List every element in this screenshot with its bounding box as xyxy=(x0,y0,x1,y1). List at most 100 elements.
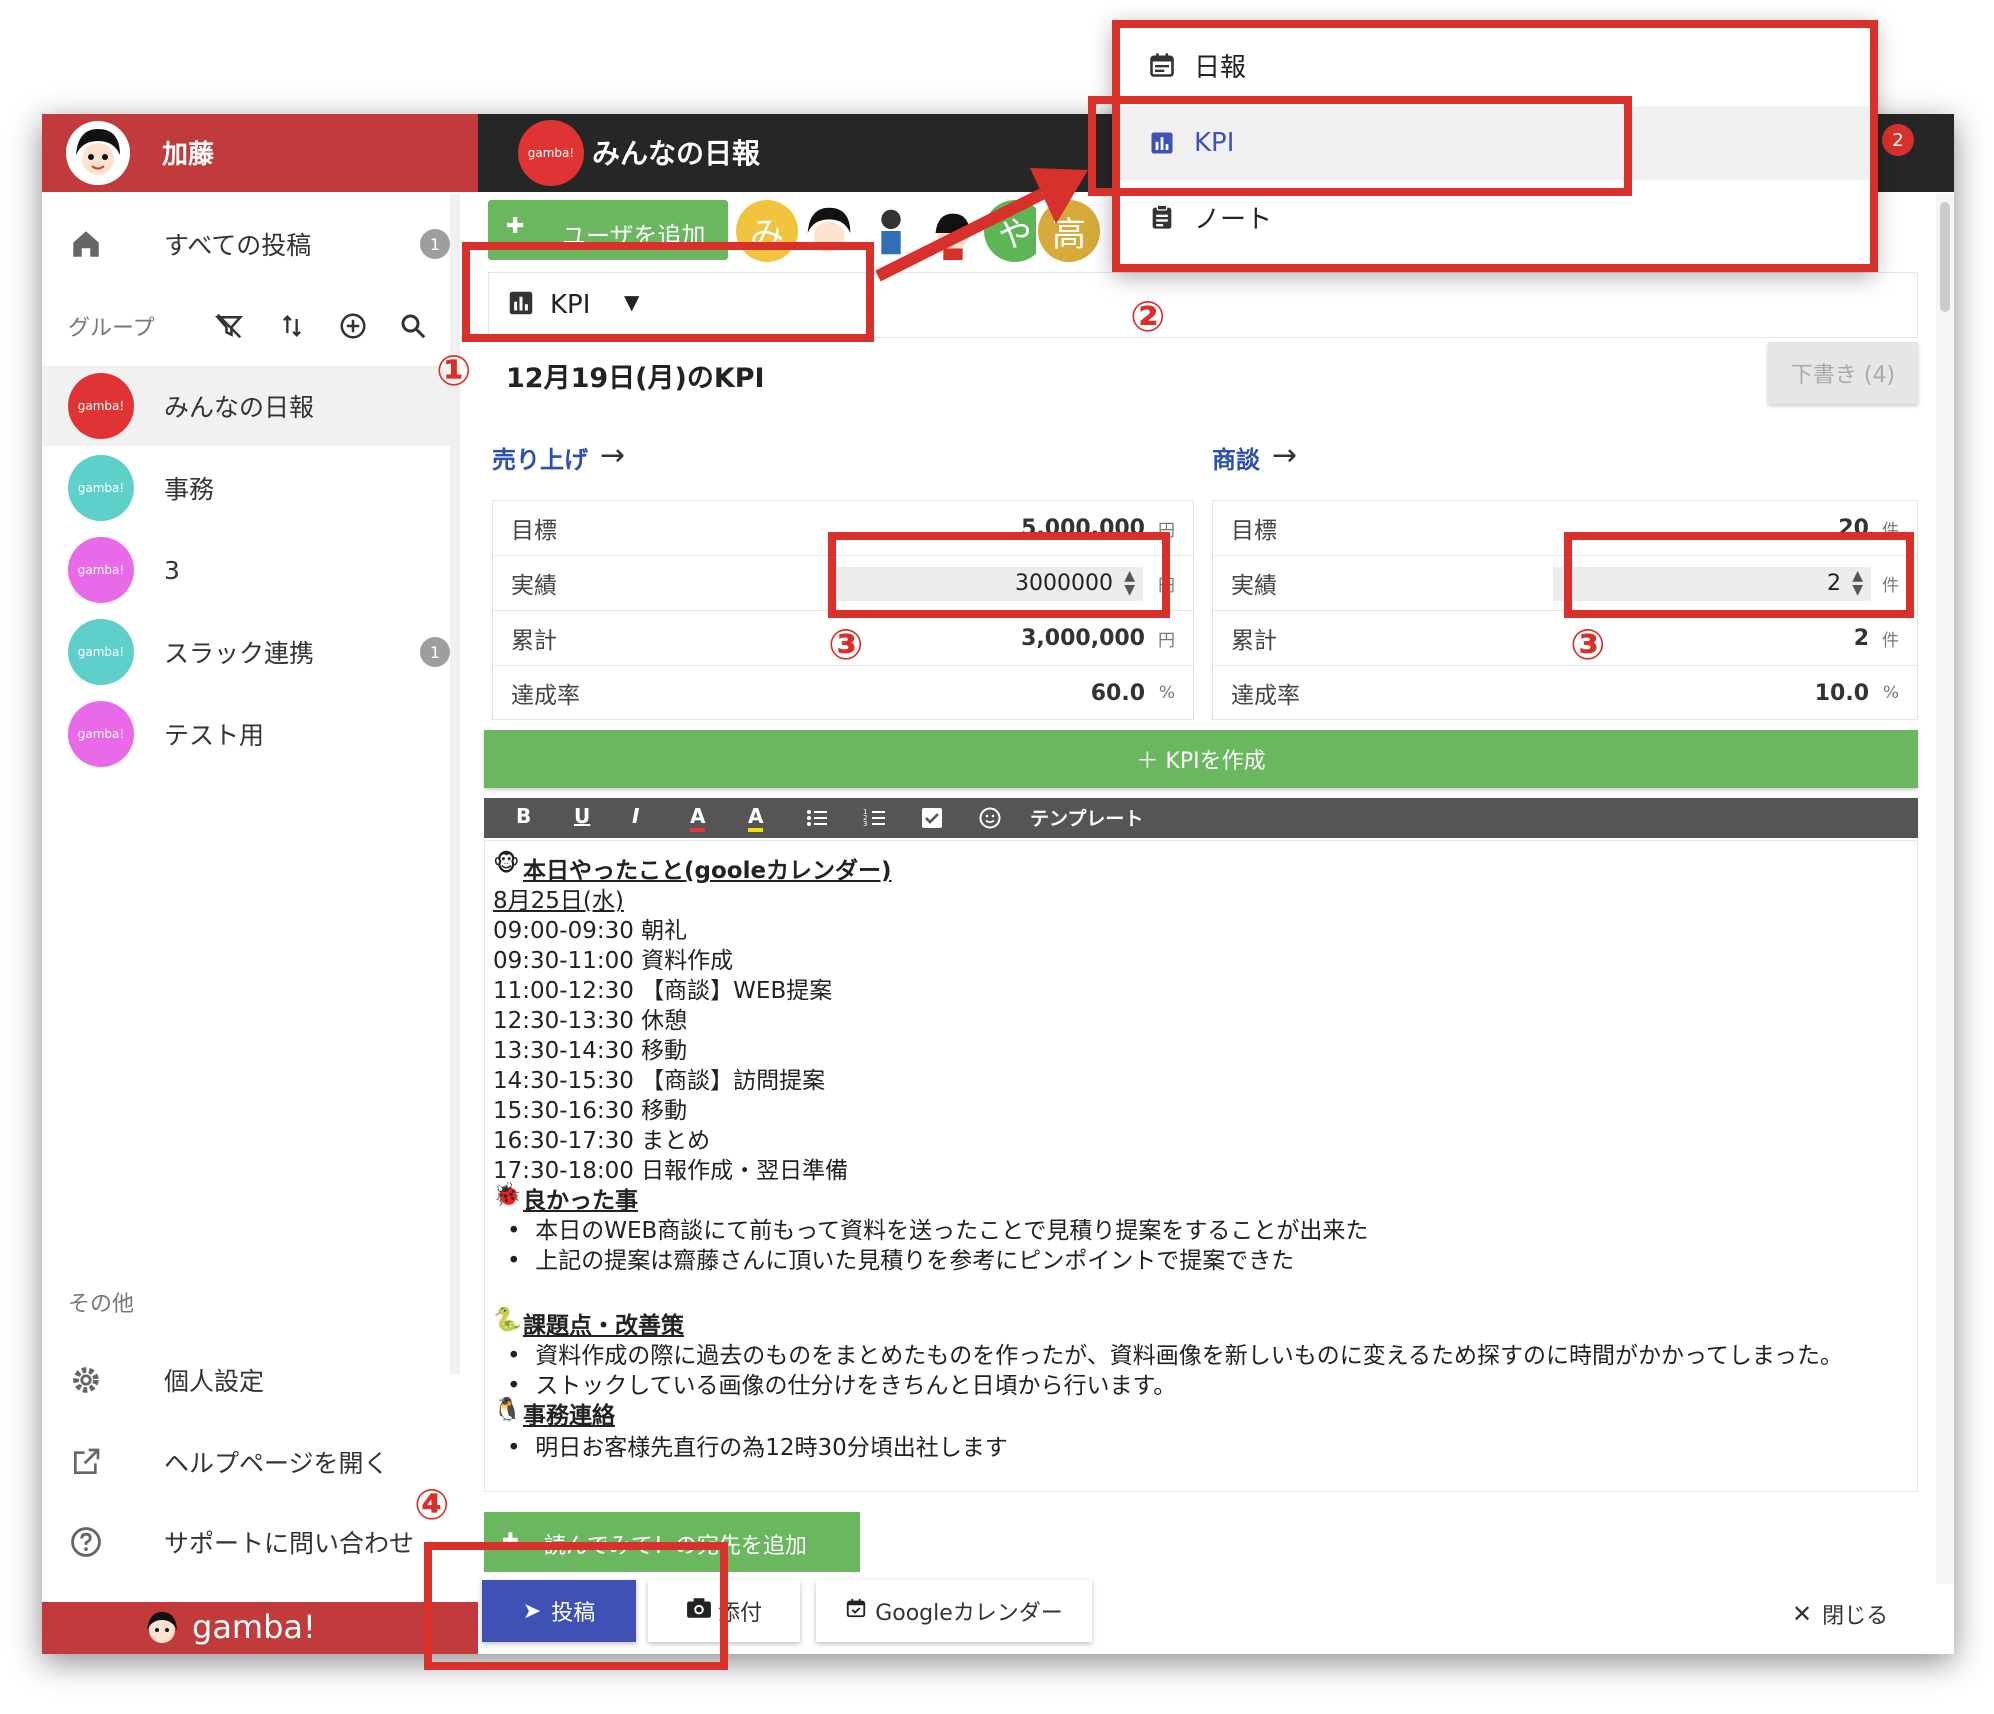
list-item: • ストックしている画像の仕分けをきちんと日頃から行います。 xyxy=(507,1373,1177,1399)
kpi-title: 12月19日(月)のKPI xyxy=(506,363,765,394)
annotation-number-4: ④ xyxy=(414,1480,450,1529)
group-label: スラック連携 xyxy=(164,639,315,668)
close-icon: ✕ xyxy=(1792,1600,1813,1628)
schedule-line: 17:30-18:00 日報作成・翌日準備 xyxy=(493,1158,849,1184)
help-circle-icon xyxy=(68,1524,104,1560)
user-avatar[interactable] xyxy=(66,121,130,185)
other-section-label: その他 xyxy=(68,1292,135,1317)
scrollbar-thumb[interactable] xyxy=(1940,202,1950,312)
create-kpi-button[interactable]: ＋ KPIを作成 xyxy=(484,730,1918,788)
sidebar-item-label: 個人設定 xyxy=(164,1367,265,1396)
add-group-icon[interactable] xyxy=(338,311,368,345)
kpi-row-value: 2 xyxy=(1853,625,1869,651)
annotation-number-1: ① xyxy=(436,346,472,395)
svg-text:3: 3 xyxy=(863,820,867,828)
search-icon[interactable] xyxy=(398,311,428,345)
sidebar-item-help[interactable]: ヘルプページを開く xyxy=(42,1422,450,1502)
italic-button[interactable]: I xyxy=(632,804,639,828)
kpi-row-unit: 円 xyxy=(1158,630,1175,651)
kpi-link-sales[interactable]: 売り上げ xyxy=(492,440,588,475)
arrow-right-icon[interactable]: → xyxy=(1272,438,1297,473)
home-icon xyxy=(68,226,104,262)
add-person-icon: ✚ xyxy=(506,214,525,239)
group-list: gamba! みんなの日報 gamba! 事務 gamba! 3 gamba! … xyxy=(42,366,450,776)
ladybug-emoji-icon: 🐞 xyxy=(493,1182,522,1208)
kpi-row-rate: 達成率 60.0 % xyxy=(493,666,1193,720)
google-calendar-button[interactable]: Googleカレンダー xyxy=(816,1580,1092,1642)
group-label: 3 xyxy=(164,555,180,585)
editor-toolbar: B U I A A 123 テンプレート xyxy=(484,798,1918,838)
template-button[interactable]: テンプレート xyxy=(1030,804,1143,831)
schedule-line: 15:30-16:30 移動 xyxy=(493,1098,688,1124)
sidebar-item-label: すべての投稿 xyxy=(164,231,312,260)
report-content: 🐵 本日やったこと(gooleカレンダー) 8月25日(水) 09:00-09:… xyxy=(493,851,1903,1481)
google-calendar-label: Googleカレンダー xyxy=(875,1601,1063,1626)
annotation-number-2: ② xyxy=(1130,292,1166,341)
underline-button[interactable]: U xyxy=(574,804,590,828)
kpi-row-label: 達成率 xyxy=(1231,683,1300,709)
group-logo: gamba! xyxy=(68,373,134,439)
sidebar-item-personal-settings[interactable]: 個人設定 xyxy=(42,1340,450,1420)
highlight-button[interactable]: A xyxy=(748,804,764,832)
kpi-row-label: 累計 xyxy=(1231,628,1277,654)
user-name: 加藤 xyxy=(162,140,215,170)
bulleted-list-icon[interactable] xyxy=(804,806,830,834)
main-scrollbar[interactable] xyxy=(1936,194,1954,1584)
font-color-button[interactable]: A xyxy=(690,804,706,832)
list-item-text: 上記の提案は齋藤さんに頂いた見積りを参考にピンポイントで提案できた xyxy=(535,1248,1295,1274)
sidebar-item-support[interactable]: サポートに問い合わせ xyxy=(42,1502,450,1582)
sidebar-item-label: サポートに問い合わせ xyxy=(164,1529,415,1558)
report-date: 8月25日(水) xyxy=(493,888,624,914)
group-logo: gamba! xyxy=(68,701,134,767)
checkbox-icon[interactable] xyxy=(920,806,944,834)
kpi-row-value: 60.0 xyxy=(1090,680,1145,706)
annotation-box-type-selector xyxy=(462,242,874,342)
group-item-test[interactable]: gamba! テスト用 xyxy=(42,694,450,774)
snake-emoji-icon: 🐍 xyxy=(493,1307,522,1333)
report-heading-issues: 課題点・改善策 xyxy=(523,1313,684,1339)
sort-icon[interactable] xyxy=(278,311,306,345)
kpi-row-label: 累計 xyxy=(511,628,557,654)
sidebar-item-label: ヘルプページを開く xyxy=(164,1449,389,1478)
annotation-box-post xyxy=(424,1542,728,1670)
sidebar: 加藤 すべての投稿 1 グループ gamba! みんなの日報 gamba! 事務… xyxy=(42,114,478,1654)
numbered-list-icon[interactable]: 123 xyxy=(862,806,888,834)
app-window: 加藤 すべての投稿 1 グループ gamba! みんなの日報 gamba! 事務… xyxy=(42,114,1954,1654)
arrow-right-icon[interactable]: → xyxy=(600,438,625,473)
annotation-number-3a: ③ xyxy=(828,620,864,669)
sidebar-item-all-posts[interactable]: すべての投稿 1 xyxy=(42,204,450,284)
group-item-jimu[interactable]: gamba! 事務 xyxy=(42,448,450,528)
report-heading-done: 本日やったこと(gooleカレンダー) xyxy=(523,858,892,884)
group-logo: gamba! xyxy=(68,537,134,603)
annotation-number-3b: ③ xyxy=(1570,620,1606,669)
footer-brand: gamba! xyxy=(192,1608,316,1646)
unread-badge: 1 xyxy=(420,229,450,259)
kpi-row-label: 実績 xyxy=(511,573,557,599)
list-item: • 明日お客様先直行の為12時30分頃出社します xyxy=(507,1435,1008,1461)
group-item-3[interactable]: gamba! 3 xyxy=(42,530,450,610)
kpi-row-unit: 件 xyxy=(1882,630,1899,651)
emoji-icon[interactable] xyxy=(978,806,1002,834)
group-item-minna-nippo[interactable]: gamba! みんなの日報 xyxy=(42,366,450,446)
schedule-line: 09:30-11:00 資料作成 xyxy=(493,948,734,974)
drafts-label: 下書き (4) xyxy=(1790,363,1896,388)
kpi-row-value: 10.0 xyxy=(1814,680,1869,706)
report-editor[interactable]: 🐵 本日やったこと(gooleカレンダー) 8月25日(水) 09:00-09:… xyxy=(484,840,1918,1492)
notification-badge[interactable]: 2 xyxy=(1882,124,1914,156)
drafts-button[interactable]: 下書き (4) xyxy=(1768,342,1918,404)
kpi-row-label: 達成率 xyxy=(511,683,580,709)
kpi-row-label: 実績 xyxy=(1231,573,1277,599)
close-label: 閉じる xyxy=(1822,1604,1889,1629)
kpi-link-meetings[interactable]: 商談 xyxy=(1212,440,1260,475)
current-group-title: みんなの日報 xyxy=(592,137,761,170)
list-item: • 上記の提案は齋藤さんに頂いた見積りを参考にピンポイントで提案できた xyxy=(507,1248,1295,1274)
filter-off-icon[interactable] xyxy=(214,311,244,345)
bold-button[interactable]: B xyxy=(516,804,531,828)
group-label: テスト用 xyxy=(164,721,265,750)
group-logo: gamba! xyxy=(68,619,134,685)
list-item-text: ストックしている画像の仕分けをきちんと日頃から行います。 xyxy=(535,1373,1177,1399)
close-button[interactable]: ✕ 閉じる xyxy=(1792,1594,1912,1634)
group-item-slack[interactable]: gamba! スラック連携 1 xyxy=(42,612,450,692)
schedule-line: 09:00-09:30 朝礼 xyxy=(493,918,688,944)
report-heading-notices: 事務連絡 xyxy=(523,1403,615,1429)
